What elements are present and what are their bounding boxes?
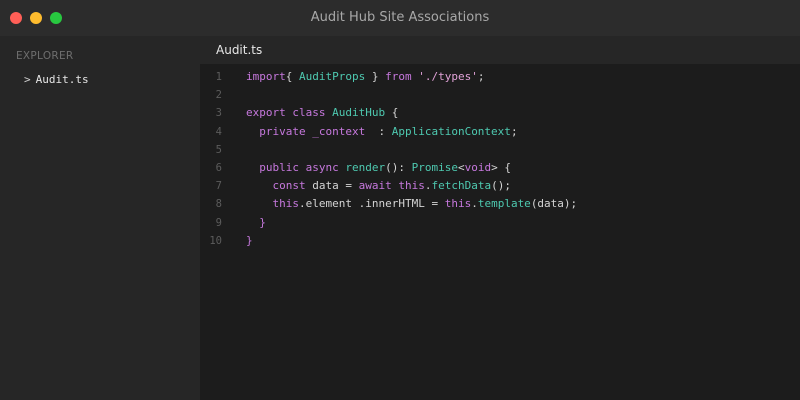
editor-window: Audit Hub Site Associations EXPLORER > A… bbox=[0, 0, 800, 400]
line-number: 10 bbox=[209, 234, 222, 247]
code-token: ApplicationContext bbox=[391, 124, 511, 138]
code-line[interactable]: 1 import{ AuditProps } from './types'; bbox=[200, 68, 800, 86]
code-token: _context bbox=[312, 124, 366, 138]
code-token: } bbox=[246, 215, 266, 229]
code-token: . bbox=[471, 197, 478, 211]
code-token: class bbox=[292, 106, 326, 120]
code-token: { bbox=[385, 106, 399, 120]
code-token: render bbox=[345, 160, 386, 174]
code-area[interactable]: 1 import{ AuditProps } from './types'; 2 3 e… bbox=[200, 68, 800, 250]
code-token: ; bbox=[510, 124, 518, 138]
code-line[interactable]: 9 } bbox=[200, 214, 800, 232]
code-line-content: import{ AuditProps } from './types'; bbox=[246, 68, 484, 86]
code-token: (); bbox=[491, 179, 511, 193]
explorer-sidebar: EXPLORER > Audit.ts bbox=[0, 36, 200, 400]
code-line[interactable]: 10} bbox=[200, 232, 800, 250]
tab-audit-ts[interactable]: Audit.ts bbox=[200, 36, 279, 64]
code-token: ; bbox=[477, 70, 485, 83]
code-token: (): bbox=[385, 160, 412, 174]
code-token: this bbox=[398, 179, 425, 193]
code-line-content: private _context : ApplicationContext; bbox=[246, 123, 518, 141]
code-line[interactable]: 2 bbox=[200, 86, 800, 104]
code-token: data = bbox=[305, 179, 359, 193]
code-token: > { bbox=[491, 160, 511, 174]
code-token: fetchData bbox=[431, 179, 492, 193]
code-token: AuditHub bbox=[332, 106, 386, 120]
line-number: 8 bbox=[215, 198, 222, 211]
code-token: } bbox=[246, 233, 253, 247]
code-token: template bbox=[477, 197, 531, 211]
code-token: { bbox=[285, 70, 299, 83]
file-item-audit-ts[interactable]: > Audit.ts bbox=[24, 70, 89, 88]
code-token: './types' bbox=[418, 70, 478, 83]
code-token: < bbox=[457, 160, 465, 174]
tab-bar: Audit.ts bbox=[200, 36, 800, 64]
code-token: from bbox=[385, 70, 412, 83]
line-number: 7 bbox=[215, 180, 222, 193]
code-token: import bbox=[246, 70, 286, 83]
code-token: } bbox=[365, 70, 386, 83]
file-item-label: Audit.ts bbox=[35, 72, 89, 86]
code-token: : bbox=[365, 124, 392, 138]
code-token: public bbox=[259, 160, 299, 174]
code-token: Promise bbox=[411, 160, 458, 174]
code-token: private bbox=[259, 124, 306, 138]
code-line-content: export class AuditHub { bbox=[246, 104, 398, 122]
chevron-right-icon: > bbox=[24, 72, 31, 86]
code-line[interactable]: 6 public async render(): Promise<void> { bbox=[200, 159, 800, 177]
line-number: 2 bbox=[215, 89, 222, 102]
line-number: 4 bbox=[215, 125, 222, 138]
code-token: .element .innerHTML = bbox=[299, 197, 445, 211]
code-line-content: public async render(): Promise<void> { bbox=[246, 159, 511, 177]
line-number: 9 bbox=[215, 216, 222, 229]
line-number: 3 bbox=[215, 107, 222, 120]
line-number: 5 bbox=[215, 143, 222, 156]
code-token: export bbox=[246, 106, 286, 120]
code-line[interactable]: 5 bbox=[200, 141, 800, 159]
title-bar: Audit Hub Site Associations bbox=[0, 0, 800, 36]
code-token: const bbox=[272, 179, 306, 193]
code-token: (data); bbox=[530, 197, 578, 211]
code-line-content: this.element .innerHTML = this.template(… bbox=[246, 195, 578, 213]
line-number: 1 bbox=[215, 71, 222, 83]
line-number: 6 bbox=[215, 161, 222, 174]
code-line[interactable]: 3 export class AuditHub { bbox=[200, 104, 800, 122]
code-token: AuditProps bbox=[299, 70, 366, 83]
code-token: async bbox=[305, 160, 339, 174]
explorer-heading: EXPLORER bbox=[16, 50, 74, 62]
code-line[interactable]: 8 this.element .innerHTML = this.templat… bbox=[200, 195, 800, 213]
code-token: this bbox=[444, 197, 472, 211]
code-editor[interactable]: Audit.ts 1 import{ AuditProps } from './t… bbox=[200, 36, 800, 400]
code-line[interactable]: 7 const data = await this.fetchData(); bbox=[200, 177, 800, 195]
window-title: Audit Hub Site Associations bbox=[310, 10, 490, 25]
code-token: void bbox=[464, 160, 492, 174]
code-token: await bbox=[358, 179, 392, 193]
code-line[interactable]: 4 private _context : ApplicationContext; bbox=[200, 123, 800, 141]
code-line-content: } bbox=[246, 232, 253, 250]
code-line-content: const data = await this.fetchData(); bbox=[246, 177, 511, 195]
code-token: this bbox=[272, 197, 300, 211]
code-line-content: } bbox=[246, 214, 266, 232]
